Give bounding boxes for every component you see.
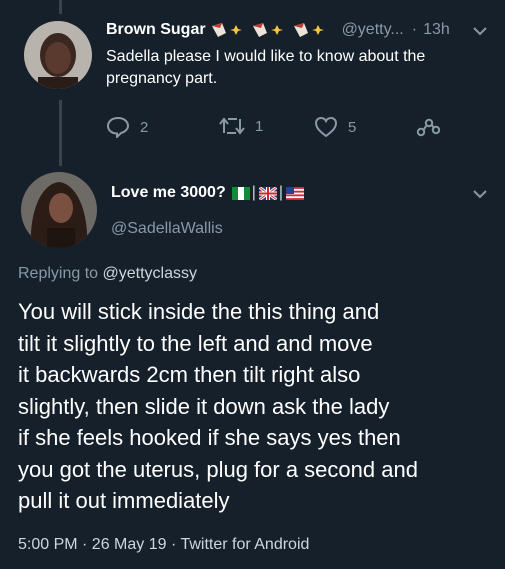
- like-count: 5: [348, 118, 357, 136]
- nigeria-flag-icon: [231, 186, 250, 200]
- replying-prefix: Replying to: [18, 265, 103, 282]
- reply-button[interactable]: 2: [106, 116, 148, 138]
- flag-divider: |: [251, 184, 256, 201]
- thread-line-top: [59, 0, 62, 14]
- display-name[interactable]: Brown Sugar: [106, 21, 206, 39]
- chevron-down-icon[interactable]: [473, 26, 487, 36]
- share-icon: [416, 118, 440, 137]
- tweet2-line: pull it out immediately: [18, 488, 230, 513]
- tweet1-text: Sadella please I would like to know abou…: [106, 46, 425, 90]
- retweet-button[interactable]: 1: [219, 116, 263, 136]
- avatar[interactable]: [21, 172, 97, 248]
- tweet2-footer[interactable]: 5:00 PM · 26 May 19 · Twitter for Androi…: [18, 536, 309, 554]
- tweet2-line: if she feels hooked if she says yes then: [18, 425, 401, 450]
- emoji-sequence-icon: [210, 21, 336, 39]
- chevron-down-icon[interactable]: [473, 189, 487, 199]
- replying-to: Replying to @yettyclassy: [18, 265, 197, 283]
- tweet2-line: You will stick inside the this thing and: [18, 299, 380, 324]
- flag-divider: |: [278, 184, 284, 201]
- handle[interactable]: @yetty...: [342, 21, 404, 39]
- reply-count: 2: [140, 118, 149, 136]
- tweet2-line: it backwards 2cm then tilt right also: [18, 362, 361, 387]
- tweet1-header: Brown Sugar @yetty... · 13h: [106, 21, 450, 39]
- share-button[interactable]: [416, 116, 440, 138]
- like-icon: [314, 116, 338, 138]
- tweet2-line: slightly, then slide it down ask the lad…: [18, 393, 390, 419]
- timestamp[interactable]: 13h: [423, 21, 450, 39]
- handle[interactable]: @SadellaWallis: [111, 220, 223, 238]
- like-button[interactable]: 5: [314, 116, 356, 138]
- retweet-count: 1: [255, 117, 264, 135]
- tweet1-actions: 2 1 5: [106, 116, 466, 140]
- us-flag-icon: [286, 186, 305, 200]
- tweet2-line: tilt it slightly to the left and and mov…: [18, 330, 373, 356]
- retweet-icon: [219, 117, 245, 135]
- reply-icon: [106, 116, 130, 138]
- replying-handle-link[interactable]: @yettyclassy: [103, 265, 197, 282]
- separator: ·: [411, 21, 418, 38]
- tweet2-text: You will stick inside the this thing and…: [18, 296, 418, 517]
- avatar[interactable]: [24, 21, 92, 89]
- display-name[interactable]: Love me 3000?: [111, 184, 226, 202]
- tweet2-header: Love me 3000? | |: [111, 184, 305, 202]
- tweet1-line: pregnancy part.: [106, 70, 218, 87]
- tweet2-line: you got the uterus, plug for a second an…: [18, 456, 418, 482]
- tweet1-line: Sadella please I would like to know abou…: [106, 48, 426, 65]
- uk-flag-icon: [258, 186, 277, 200]
- thread-line-middle: [59, 100, 62, 166]
